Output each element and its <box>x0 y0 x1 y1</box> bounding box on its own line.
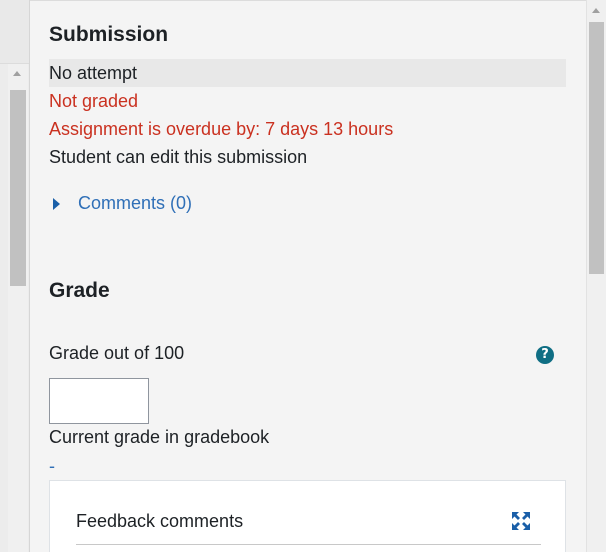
caret-right-icon <box>53 197 60 210</box>
grading-panel: Submission No attempt Not graded Assignm… <box>30 0 586 552</box>
fullscreen-expand-icon[interactable] <box>511 511 531 531</box>
comments-link[interactable]: Comments (0) <box>78 193 192 214</box>
feedback-comments-card: Feedback comments <box>49 480 566 552</box>
current-grade-label: Current grade in gradebook <box>49 427 270 447</box>
scroll-up-arrow-icon[interactable] <box>13 71 21 76</box>
content-scrollbar-thumb[interactable] <box>10 90 26 286</box>
current-grade-value: - <box>49 456 55 476</box>
comments-toggle[interactable]: Comments (0) <box>53 193 192 214</box>
overdue-status: Assignment is overdue by: 7 days 13 hour… <box>49 119 394 139</box>
grade-input[interactable] <box>49 378 149 424</box>
editor-divider <box>76 544 541 545</box>
grade-label: Grade out of 100 <box>49 343 185 363</box>
attempt-status: No attempt <box>49 59 566 87</box>
help-icon[interactable]: ? <box>536 346 554 364</box>
scroll-up-arrow-icon[interactable] <box>592 8 600 13</box>
edit-status: Student can edit this submission <box>49 147 308 167</box>
panel-scrollbar[interactable] <box>586 0 606 552</box>
grade-heading: Grade <box>49 279 110 302</box>
feedback-comments-label: Feedback comments <box>76 511 244 531</box>
panel-scrollbar-thumb[interactable] <box>589 22 604 274</box>
content-pane-header <box>0 0 30 64</box>
content-pane-edge <box>0 0 30 552</box>
grading-status: Not graded <box>49 91 139 111</box>
submission-heading: Submission <box>49 23 169 46</box>
